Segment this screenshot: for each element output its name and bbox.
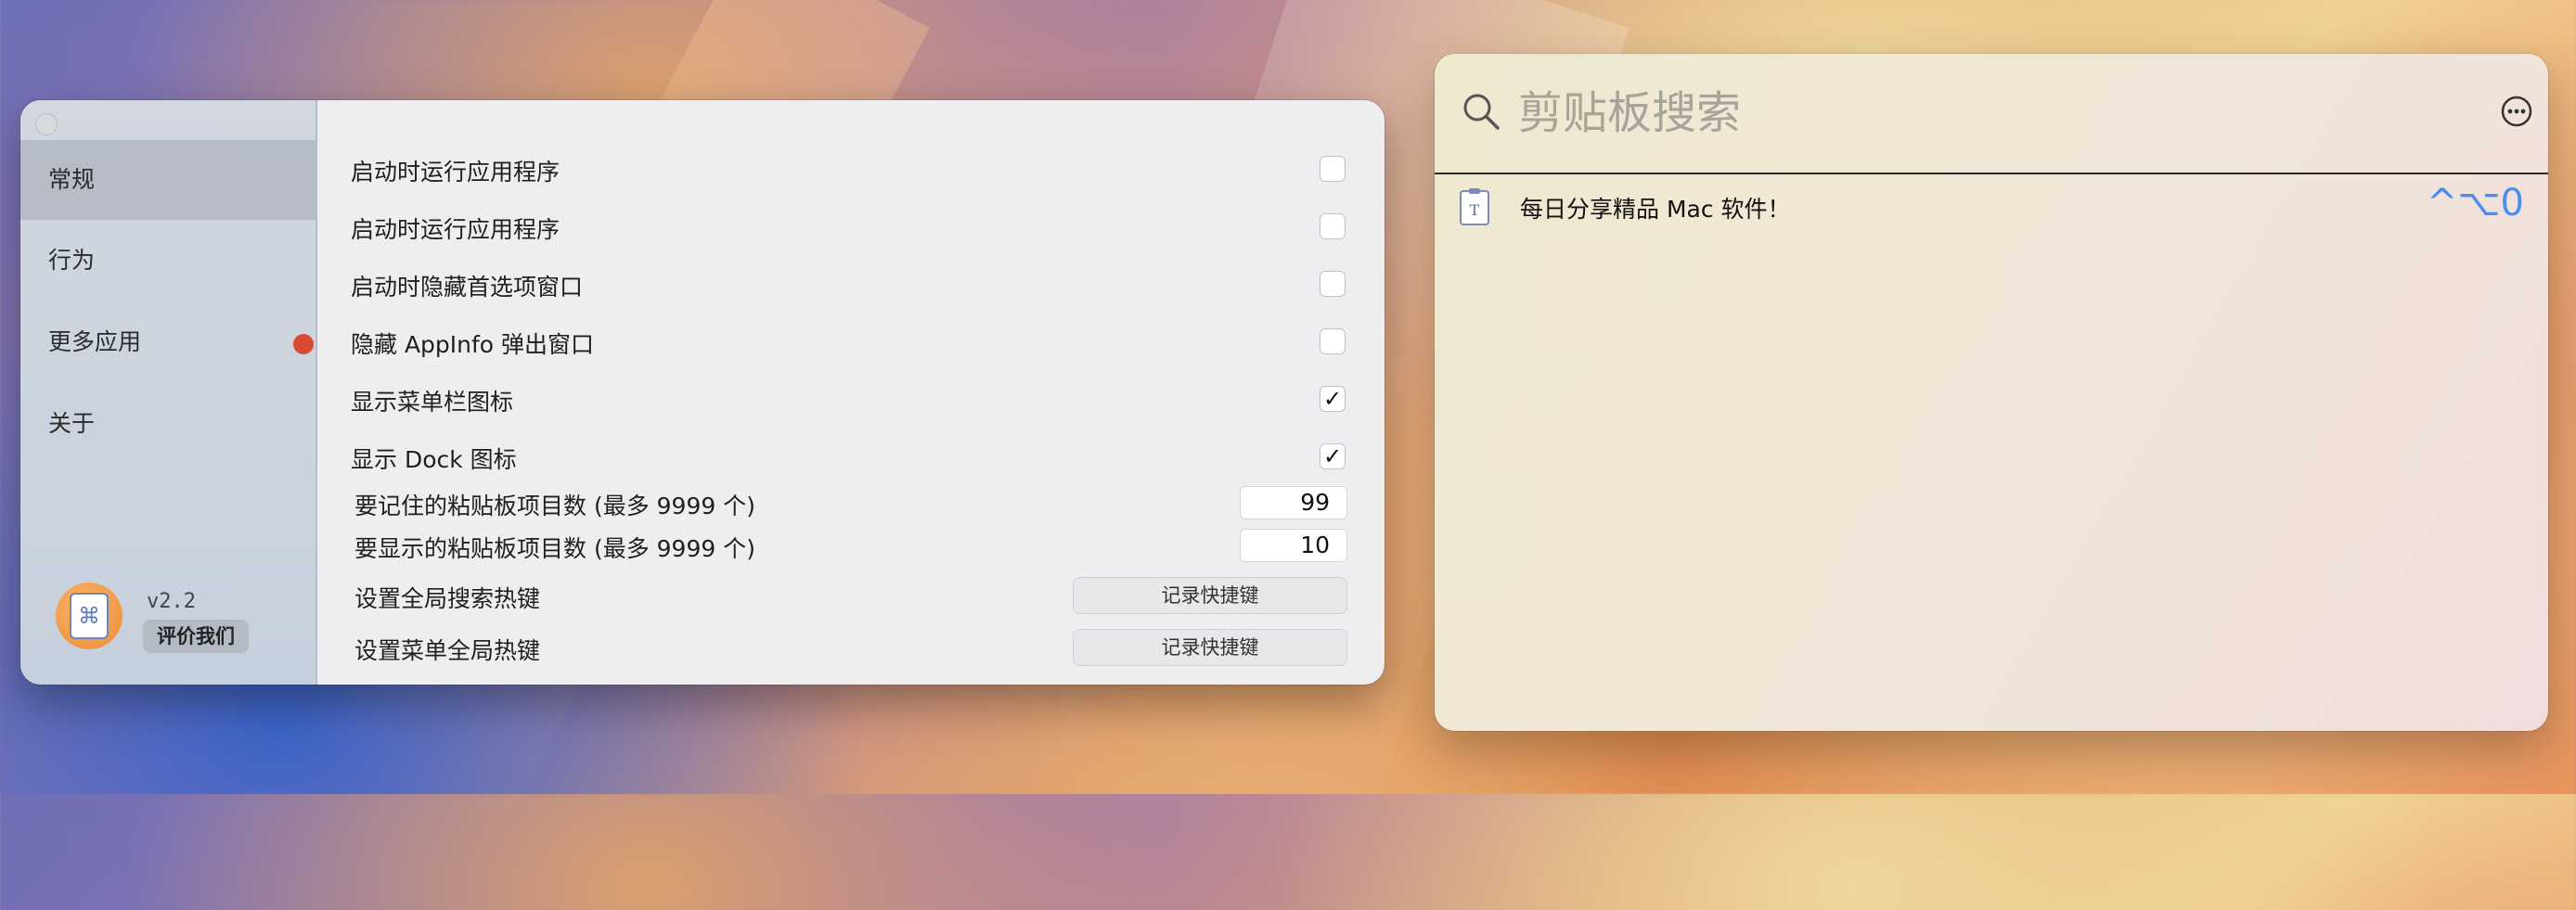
sidebar-item-behavior[interactable]: 行为 xyxy=(20,221,316,301)
display-count-field[interactable]: 10 xyxy=(1240,529,1347,562)
preferences-window: 常规 行为 更多应用 关于 ⌘ v2.2 评价我们 启动时运行应用程序 启动时运… xyxy=(20,100,1385,685)
setting-label: 隐藏 AppInfo 弹出窗口 xyxy=(351,331,595,358)
app-logo: ⌘ xyxy=(56,583,122,649)
clipboard-item-shortcut: ^⌥0 xyxy=(2426,182,2524,224)
launch-at-login-checkbox[interactable] xyxy=(1320,156,1346,182)
remember-count-field[interactable]: 99 xyxy=(1240,486,1347,519)
checkmark-icon: ✓ xyxy=(1322,443,1343,469)
notification-badge xyxy=(293,334,314,354)
setting-label: 要显示的粘贴板项目数 (最多 9999 个) xyxy=(354,535,755,562)
text-document-icon: T xyxy=(1460,188,1489,225)
sidebar-item-label: 关于 xyxy=(48,410,96,437)
setting-label: 要记住的粘贴板项目数 (最多 9999 个) xyxy=(354,493,755,519)
setting-label: 显示菜单栏图标 xyxy=(351,389,514,416)
clipboard-command-icon: ⌘ xyxy=(70,593,109,639)
record-search-hotkey-button[interactable]: 记录快捷键 xyxy=(1073,577,1347,614)
rate-us-button[interactable]: 评价我们 xyxy=(143,620,249,653)
clipboard-search-window: T 每日分享精品 Mac 软件！ ^⌥0 xyxy=(1435,54,2548,731)
launch-at-login-checkbox-2[interactable] xyxy=(1320,213,1346,239)
setting-label: 显示 Dock 图标 xyxy=(351,446,517,473)
version-label: v2.2 xyxy=(147,590,196,613)
setting-label: 启动时运行应用程序 xyxy=(351,216,560,243)
clipboard-list-item[interactable]: T 每日分享精品 Mac 软件！ ^⌥0 xyxy=(1435,174,2548,245)
clipboard-search-input[interactable] xyxy=(1516,80,2355,147)
more-options-icon[interactable] xyxy=(2500,95,2533,128)
setting-label: 设置菜单全局热键 xyxy=(354,637,541,664)
preferences-sidebar: 常规 行为 更多应用 关于 ⌘ v2.2 评价我们 xyxy=(20,100,317,685)
sidebar-item-label: 更多应用 xyxy=(48,328,142,355)
show-dock-icon-checkbox[interactable]: ✓ xyxy=(1320,443,1346,469)
setting-label: 设置全局搜索热键 xyxy=(354,585,541,612)
sidebar-item-label: 行为 xyxy=(48,247,96,274)
sidebar-item-more-apps[interactable]: 更多应用 xyxy=(20,302,316,382)
search-icon xyxy=(1463,94,1500,130)
clipboard-item-text: 每日分享精品 Mac 软件！ xyxy=(1520,196,1791,223)
show-menubar-icon-checkbox[interactable]: ✓ xyxy=(1320,386,1346,412)
setting-label: 启动时隐藏首选项窗口 xyxy=(351,274,584,301)
checkmark-icon: ✓ xyxy=(1322,386,1343,412)
close-window-button[interactable] xyxy=(35,113,58,135)
search-bar xyxy=(1435,54,2548,174)
svg-text:T: T xyxy=(1470,201,1480,219)
setting-label: 启动时运行应用程序 xyxy=(351,159,560,186)
sidebar-item-label: 常规 xyxy=(48,166,96,193)
hide-appinfo-checkbox[interactable] xyxy=(1320,328,1346,354)
sidebar-item-general[interactable]: 常规 xyxy=(20,140,316,220)
record-menu-hotkey-button[interactable]: 记录快捷键 xyxy=(1073,629,1347,666)
hide-prefs-checkbox[interactable] xyxy=(1320,271,1346,297)
sidebar-item-about[interactable]: 关于 xyxy=(20,384,316,464)
